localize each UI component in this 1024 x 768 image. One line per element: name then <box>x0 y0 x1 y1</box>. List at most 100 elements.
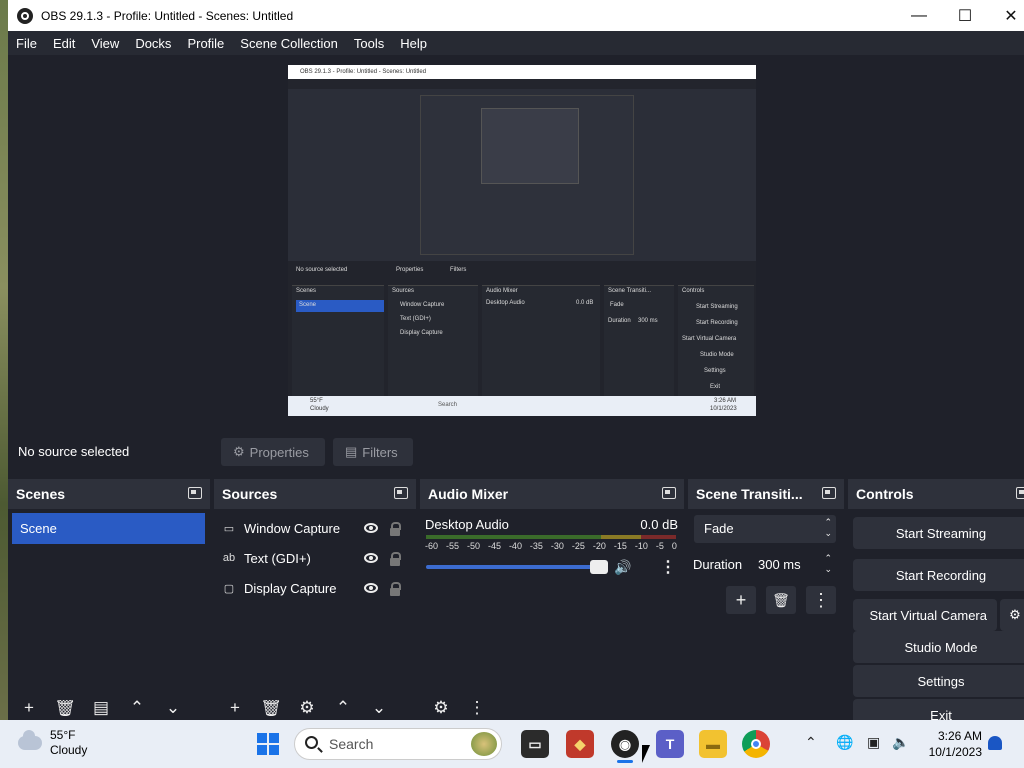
windows-start-icon[interactable] <box>257 733 279 755</box>
eye-icon[interactable] <box>364 523 378 533</box>
volume-meter <box>426 535 676 539</box>
transition-select[interactable]: Fade ⌃ ⌄ <box>694 515 836 543</box>
mixer-body: Desktop Audio 0.0 dB -60 -55 -50 -45 -40… <box>420 509 684 720</box>
virtual-camera-settings-button[interactable]: ⚙ <box>1000 599 1024 631</box>
source-row[interactable]: ab Text (GDI+) <box>220 543 402 573</box>
undock-icon[interactable] <box>1016 487 1024 499</box>
task-view-icon[interactable]: ▭ <box>521 730 549 758</box>
chevron-up-icon[interactable]: ⌃ <box>805 734 817 751</box>
network-globe-icon[interactable]: 🌐 <box>836 734 853 751</box>
menu-scene-collection[interactable]: Scene Collection <box>232 36 346 51</box>
preview-mixer-name: Desktop Audio <box>486 300 525 306</box>
duration-input[interactable]: 300 ms ⌃ ⌄ <box>748 551 836 579</box>
menu-tools[interactable]: Tools <box>346 36 392 51</box>
obs-logo-icon <box>17 7 33 24</box>
preview-transitions-panel: Scene Transiti... Fade Duration 300 ms <box>604 285 674 397</box>
add-icon[interactable]: + <box>224 700 246 716</box>
app-red-icon[interactable]: ◆ <box>566 730 594 758</box>
menu-file[interactable]: File <box>8 36 45 51</box>
weather-widget[interactable]: 55°F Cloudy <box>18 728 87 758</box>
undock-icon[interactable] <box>188 487 202 499</box>
cloud-icon <box>18 730 42 750</box>
mixer-title: Audio Mixer <box>428 486 509 502</box>
more-options-icon[interactable]: ⋮ <box>660 557 676 577</box>
menu-help[interactable]: Help <box>392 36 435 51</box>
menu-edit[interactable]: Edit <box>45 36 83 51</box>
start-streaming-button[interactable]: Start Streaming <box>853 517 1024 549</box>
preview-canvas[interactable]: OBS 29.1.3 - Profile: Untitled - Scenes:… <box>288 65 756 416</box>
menu-docks[interactable]: Docks <box>127 36 179 51</box>
chevron-up-icon[interactable]: ⌃ <box>332 700 354 716</box>
scale-tick: -60 <box>425 541 439 551</box>
source-row[interactable]: ▢ Display Capture <box>220 573 402 603</box>
gear-icon[interactable]: ⚙ <box>296 700 318 716</box>
volume-slider[interactable] <box>426 565 602 569</box>
start-recording-button[interactable]: Start Recording <box>853 559 1024 591</box>
weather-temp: 55°F <box>50 728 76 742</box>
filters-label: Filters <box>362 444 398 460</box>
mixer-level: 0.0 dB <box>640 517 678 532</box>
sources-list[interactable]: ▭ Window Capture ab Text (GDI+) ▢ Displa… <box>214 509 416 720</box>
trash-icon[interactable]: 🗑 <box>260 700 282 716</box>
preview-nested-capture-inner <box>481 108 579 184</box>
undock-icon[interactable] <box>822 487 836 499</box>
chevron-down-icon[interactable]: ⌄ <box>368 700 390 716</box>
more-options-icon[interactable]: ⋮ <box>466 700 488 716</box>
scenes-list[interactable]: Scene + 🗑 ▤ ⌃ ⌄ <box>8 509 210 720</box>
preview-start-virtual-camera: Start Virtual Camera <box>682 336 737 342</box>
transitions-body: Fade ⌃ ⌄ Duration 300 ms ⌃ ⌄ + 🗑 ⋮ <box>688 509 844 720</box>
chevron-down-icon[interactable]: ⌄ <box>162 700 184 716</box>
settings-button[interactable]: Settings <box>853 665 1024 697</box>
chevron-updown-icon[interactable]: ⌃ ⌄ <box>824 553 832 575</box>
preview-duration: 300 ms <box>638 318 658 324</box>
menu-view[interactable]: View <box>83 36 127 51</box>
taskbar-search[interactable]: Search <box>294 728 502 760</box>
scene-item[interactable]: Scene <box>12 513 205 544</box>
source-row[interactable]: ▭ Window Capture <box>220 513 402 543</box>
remove-transition-button[interactable]: 🗑 <box>766 586 796 614</box>
minimize-button[interactable]: — <box>896 0 942 31</box>
monitor-icon[interactable]: ▣ <box>867 734 880 751</box>
filters-button[interactable]: ▤ Filters <box>333 438 413 466</box>
eye-icon[interactable] <box>364 553 378 563</box>
preview-nested-capture <box>420 95 634 255</box>
start-virtual-camera-button[interactable]: Start Virtual Camera <box>853 599 997 631</box>
preview-area[interactable]: OBS 29.1.3 - Profile: Untitled - Scenes:… <box>8 55 1024 427</box>
transition-properties-button[interactable]: ⋮ <box>806 586 836 614</box>
volume-icon[interactable]: 🔈 <box>892 734 909 751</box>
clock-date: 10/1/2023 <box>928 745 982 759</box>
lock-icon[interactable] <box>390 522 401 536</box>
speaker-icon[interactable]: 🔊 <box>614 559 631 576</box>
scenes-dock: Scenes Scene + 🗑 ▤ ⌃ ⌄ <box>8 479 210 720</box>
properties-button[interactable]: ⚙ Properties <box>221 438 325 466</box>
gear-icon[interactable]: ⚙ <box>430 700 452 716</box>
chrome-icon[interactable] <box>742 730 770 758</box>
chevron-up-icon[interactable]: ⌃ <box>126 700 148 716</box>
undock-icon[interactable] <box>662 487 676 499</box>
filter-icon[interactable]: ▤ <box>90 700 112 716</box>
taskbar-clock[interactable]: 3:26 AM 10/1/2023 <box>926 728 982 760</box>
studio-mode-button[interactable]: Studio Mode <box>853 631 1024 663</box>
eye-icon[interactable] <box>364 583 378 593</box>
add-icon[interactable]: + <box>18 700 40 716</box>
file-explorer-icon[interactable]: ▬ <box>699 730 727 758</box>
trash-icon[interactable]: 🗑 <box>54 700 76 716</box>
duration-value: 300 ms <box>758 557 801 572</box>
menu-profile[interactable]: Profile <box>179 36 232 51</box>
exit-button[interactable]: Exit <box>853 699 1024 720</box>
teams-icon[interactable]: T <box>656 730 684 758</box>
close-button[interactable]: ✕ <box>988 0 1024 31</box>
gear-icon: ⚙ <box>1009 607 1021 622</box>
add-transition-button[interactable]: + <box>726 586 756 614</box>
chevron-updown-icon: ⌃ ⌄ <box>824 517 832 538</box>
lock-icon[interactable] <box>390 552 401 566</box>
lock-icon[interactable] <box>390 582 401 596</box>
obs-taskbar-icon[interactable]: ◉ <box>611 730 639 758</box>
maximize-button[interactable]: ☐ <box>942 0 988 31</box>
title-bar[interactable]: OBS 29.1.3 - Profile: Untitled - Scenes:… <box>8 0 1024 31</box>
volume-slider-thumb[interactable] <box>590 560 608 574</box>
mixer-channel-name: Desktop Audio <box>425 517 509 532</box>
undock-icon[interactable] <box>394 487 408 499</box>
preview-controls-title: Controls <box>682 288 705 294</box>
notification-bell-icon[interactable] <box>988 736 1002 750</box>
